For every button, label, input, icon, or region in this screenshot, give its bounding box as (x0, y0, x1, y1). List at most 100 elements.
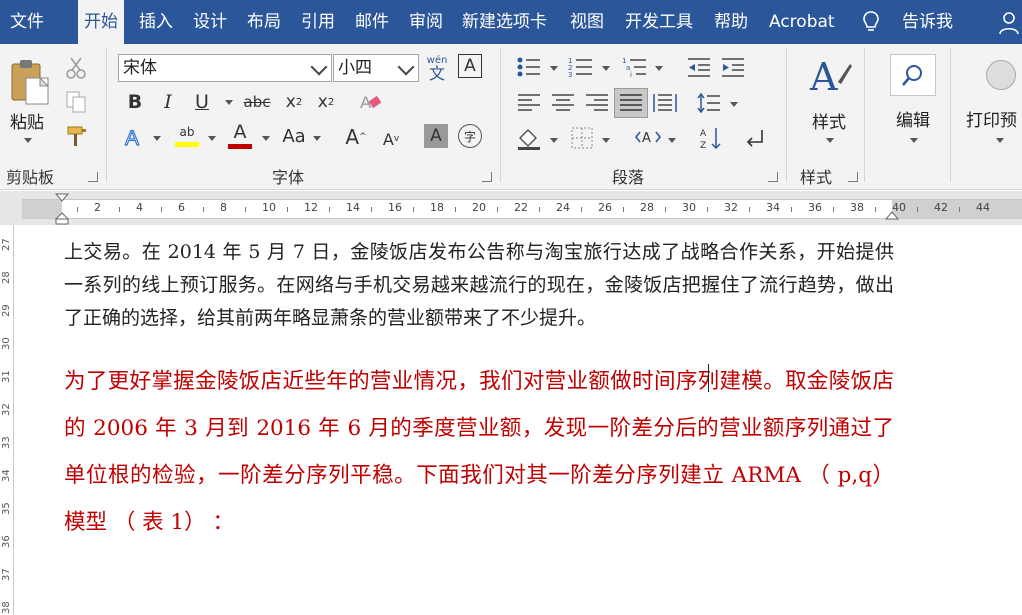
font-launcher[interactable] (482, 172, 492, 182)
share-person-icon[interactable] (998, 10, 1022, 36)
justify-button[interactable] (614, 88, 648, 118)
styles-icon[interactable]: A (808, 54, 854, 100)
horizontal-ruler[interactable]: 2 4 6 8 10 12 14 16 18 20 22 24 26 28 30 32 34 36 38 40 42 44 (22, 199, 1022, 219)
bullets-icon[interactable] (516, 56, 542, 78)
search-icon (902, 65, 922, 86)
vertical-ruler-number: 32 (1, 403, 12, 416)
format-painter-icon[interactable] (64, 124, 90, 150)
grow-font-button[interactable]: A ^ (344, 124, 368, 150)
copy-icon[interactable] (64, 90, 88, 114)
chevron-down-icon[interactable] (310, 58, 328, 76)
paste-dropdown[interactable] (24, 138, 32, 143)
text-effects-icon[interactable]: A (122, 124, 146, 150)
cut-icon[interactable] (64, 56, 88, 80)
ruler-number: 12 (304, 201, 318, 214)
increase-indent-icon[interactable] (720, 56, 746, 78)
vertical-ruler[interactable]: 27 28 29 30 31 32 33 34 35 36 37 38 (0, 225, 14, 615)
vertical-ruler-number: 36 (1, 535, 12, 548)
decrease-indent-icon[interactable] (686, 56, 712, 78)
numbering-dropdown[interactable] (602, 66, 610, 71)
shading-icon[interactable] (516, 126, 542, 150)
font-color-a-icon: A (233, 121, 247, 143)
tab-mailings[interactable]: 邮件 (349, 0, 395, 44)
highlight-dropdown[interactable] (208, 136, 216, 141)
chevron-down-icon[interactable] (397, 58, 415, 76)
bullets-dropdown[interactable] (550, 66, 558, 71)
change-case-dropdown[interactable] (313, 136, 321, 141)
tab-design[interactable]: 设计 (187, 0, 233, 44)
ruler-tick (875, 207, 876, 212)
borders-icon[interactable] (570, 126, 594, 150)
tab-layout[interactable]: 布局 (241, 0, 287, 44)
change-case-button[interactable]: Aa (280, 124, 308, 148)
editing-label[interactable]: 编辑 (896, 106, 930, 131)
ruler-number: 34 (766, 201, 780, 214)
paste-icon[interactable] (8, 58, 52, 108)
highlight-button[interactable]: ab (172, 122, 202, 150)
align-center-icon[interactable] (550, 92, 576, 114)
ruler-number: 28 (640, 201, 654, 214)
tab-acrobat[interactable]: Acrobat (763, 0, 841, 44)
tab-review[interactable]: 审阅 (403, 0, 449, 44)
print-preview-label[interactable]: 打印预 (966, 106, 1017, 131)
character-shading-button[interactable]: A (424, 124, 448, 148)
clipboard-launcher[interactable] (88, 172, 98, 182)
font-name-combo[interactable]: 宋体 (118, 54, 332, 82)
tell-me-search[interactable]: 告诉我 (896, 0, 959, 44)
bold-button[interactable]: B (124, 90, 146, 114)
lightbulb-icon[interactable] (862, 10, 880, 34)
font-color-button[interactable]: A (226, 122, 254, 150)
tab-file[interactable]: 文件 (4, 0, 50, 44)
shrink-font-button[interactable]: Av (380, 128, 402, 150)
borders-dropdown[interactable] (602, 138, 610, 143)
clear-formatting-icon[interactable]: A (358, 90, 384, 114)
indent-markers[interactable] (55, 193, 69, 225)
styles-button-label[interactable]: 样式 (812, 108, 846, 133)
line-spacing-icon[interactable] (696, 92, 722, 114)
chinese-layout-icon[interactable]: A (634, 126, 662, 150)
paragraph-launcher[interactable] (768, 172, 778, 182)
multilevel-list-icon[interactable]: 1 a i (622, 56, 648, 78)
shading-dropdown[interactable] (550, 138, 558, 143)
tab-help[interactable]: 帮助 (708, 0, 754, 44)
document-paragraph[interactable]: 上交易。在 2014 年 5 月 7 日，金陵饭店发布公告称与淘宝旅行达成了战略… (64, 236, 894, 335)
tab-developer[interactable]: 开发工具 (619, 0, 699, 44)
enclose-characters-button[interactable]: 字 (458, 124, 482, 148)
superscript-button[interactable]: x2 (313, 90, 339, 114)
line-spacing-dropdown[interactable] (730, 102, 738, 107)
print-preview-icon[interactable] (986, 60, 1016, 90)
font-color-dropdown[interactable] (262, 136, 270, 141)
phonetic-guide-button[interactable]: wén 文 (424, 54, 450, 84)
ruler-number: 32 (724, 201, 738, 214)
styles-launcher[interactable] (848, 172, 858, 182)
find-button[interactable] (890, 54, 936, 96)
tab-new-tab[interactable]: 新建选项卡 (456, 0, 553, 44)
print-preview-dropdown[interactable] (996, 138, 1004, 143)
tab-home[interactable]: 开始 (78, 0, 124, 44)
distributed-icon[interactable] (652, 92, 678, 114)
character-border-button[interactable]: A (458, 54, 482, 78)
numbering-icon[interactable]: 1 2 3 (568, 56, 594, 78)
right-indent-marker[interactable] (885, 211, 899, 223)
tab-references[interactable]: 引用 (295, 0, 341, 44)
chinese-layout-dropdown[interactable] (668, 138, 676, 143)
styles-dropdown[interactable] (826, 138, 834, 143)
show-formatting-icon[interactable] (744, 126, 768, 150)
text-effects-dropdown[interactable] (153, 136, 161, 141)
tab-view[interactable]: 视图 (564, 0, 610, 44)
sort-icon[interactable]: AZ (698, 126, 724, 150)
subscript-button[interactable]: x2 (281, 90, 307, 114)
underline-button[interactable]: U (191, 90, 213, 114)
tab-insert[interactable]: 插入 (133, 0, 179, 44)
underline-dropdown[interactable] (225, 100, 233, 105)
font-size-combo[interactable]: 小四 (333, 54, 419, 82)
document-paragraph-red[interactable]: 为了更好掌握金陵饭店近些年的营业情况，我们对营业额做时间序列建模。取金陵饭店的 … (64, 358, 894, 546)
editing-dropdown[interactable] (910, 138, 918, 143)
multilevel-dropdown[interactable] (655, 66, 663, 71)
paste-label[interactable]: 粘贴 (10, 108, 44, 133)
font-color-bar (228, 144, 252, 149)
strikethrough-button[interactable]: abc (242, 90, 272, 114)
italic-button[interactable]: I (157, 90, 179, 114)
align-left-icon[interactable] (516, 92, 542, 114)
align-right-icon[interactable] (584, 92, 610, 114)
